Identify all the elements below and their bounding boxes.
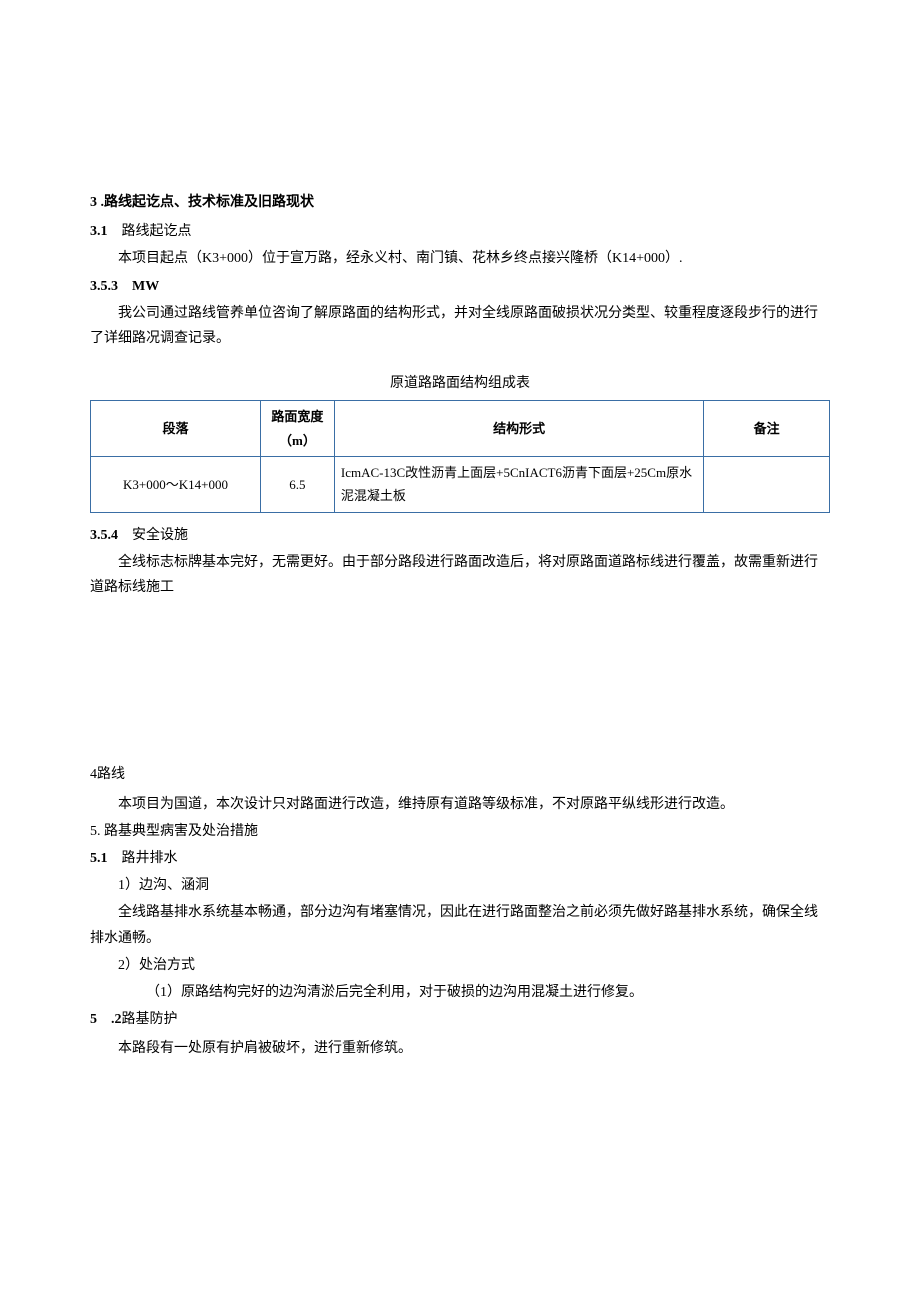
heading-5-1-num: 5.1 bbox=[90, 851, 108, 866]
heading-3-1: 3.1 路线起讫点 bbox=[90, 219, 830, 244]
table-row: K3+000～K14+000 6.5 IcmAC-13C改性沥青上面层+5CnI… bbox=[91, 457, 830, 513]
th-structure: 结构形式 bbox=[334, 401, 704, 457]
para-3-5-4-1: 全线标志标牌基本完好，无需更好。由于部分路段进行路面改造后，将对原路面道路标线进… bbox=[90, 550, 830, 600]
heading-3-5-4-num: 3.5.4 bbox=[90, 528, 118, 543]
subitem-5-1-2-1: （1）原路结构完好的边沟清淤后完全利用，对于破损的边沟用混凝土进行修复。 bbox=[90, 980, 830, 1005]
table-title: 原道路路面结构组成表 bbox=[90, 371, 830, 396]
heading-3-1-num: 3.1 bbox=[90, 224, 108, 239]
heading-3-text: .路线起讫点、技术标准及旧路现状 bbox=[101, 195, 315, 210]
para-3-5-3-1: 我公司通过路线管养单位咨询了解原路面的结构形式，并对全线原路面破损状况分类型、较… bbox=[90, 301, 830, 351]
td-structure: IcmAC-13C改性沥青上面层+5CnIACT6沥青下面层+25Cm原水泥混凝… bbox=[334, 457, 704, 513]
heading-3-1-title: 路线起讫点 bbox=[122, 224, 192, 239]
heading-5-2-num: 5 bbox=[90, 1012, 97, 1027]
th-note: 备注 bbox=[704, 401, 830, 457]
td-note bbox=[704, 457, 830, 513]
th-width: 路面宽度（m） bbox=[260, 401, 334, 457]
heading-3-num: 3 bbox=[90, 195, 97, 210]
heading-3-5-4: 3.5.4 安全设施 bbox=[90, 523, 830, 548]
para-3-1-1: 本项目起点（K3+000）位于宣万路，经永义村、南门镇、花林乡终点接兴隆桥（K1… bbox=[90, 246, 830, 271]
section-gap bbox=[90, 602, 830, 762]
heading-5-num: 5. bbox=[90, 824, 101, 839]
heading-5-text: 路基典型病害及处治措施 bbox=[104, 824, 258, 839]
heading-5: 5. 路基典型病害及处治措施 bbox=[90, 819, 830, 844]
td-segment: K3+000～K14+000 bbox=[91, 457, 261, 513]
heading-3-5-3-title: MW bbox=[132, 279, 159, 294]
para-5-2-1: 本路段有一处原有护肩被破坏，进行重新修筑。 bbox=[90, 1036, 830, 1061]
heading-5-1-title: 路井排水 bbox=[122, 851, 178, 866]
heading-4-num: 4 bbox=[90, 767, 97, 782]
heading-3: 3 .路线起讫点、技术标准及旧路现状 bbox=[90, 190, 830, 215]
heading-3-5-3: 3.5.3 MW bbox=[90, 274, 830, 299]
table-header-row: 段落 路面宽度（m） 结构形式 备注 bbox=[91, 401, 830, 457]
item-5-1-1: 1）边沟、涵洞 bbox=[90, 873, 830, 898]
th-segment: 段落 bbox=[91, 401, 261, 457]
heading-5-1: 5.1 路井排水 bbox=[90, 846, 830, 871]
para-5-1-1: 全线路基排水系统基本畅通，部分边沟有堵塞情况，因此在进行路面整治之前必须先做好路… bbox=[90, 900, 830, 950]
heading-5-2-title: 路基防护 bbox=[122, 1012, 178, 1027]
td-width: 6.5 bbox=[260, 457, 334, 513]
heading-4: 4路线 bbox=[90, 762, 830, 787]
heading-4-text: 路线 bbox=[97, 767, 125, 782]
heading-3-5-4-title: 安全设施 bbox=[132, 528, 188, 543]
heading-5-2: 5 .2路基防护 bbox=[90, 1007, 830, 1032]
structure-table: 段落 路面宽度（m） 结构形式 备注 K3+000～K14+000 6.5 Ic… bbox=[90, 400, 830, 513]
heading-3-5-3-num: 3.5.3 bbox=[90, 279, 118, 294]
para-4-1: 本项目为国道，本次设计只对路面进行改造，维持原有道路等级标准，不对原路平纵线形进… bbox=[90, 792, 830, 817]
item-5-1-2: 2）处治方式 bbox=[90, 953, 830, 978]
heading-5-2-numtail: .2 bbox=[111, 1012, 122, 1027]
